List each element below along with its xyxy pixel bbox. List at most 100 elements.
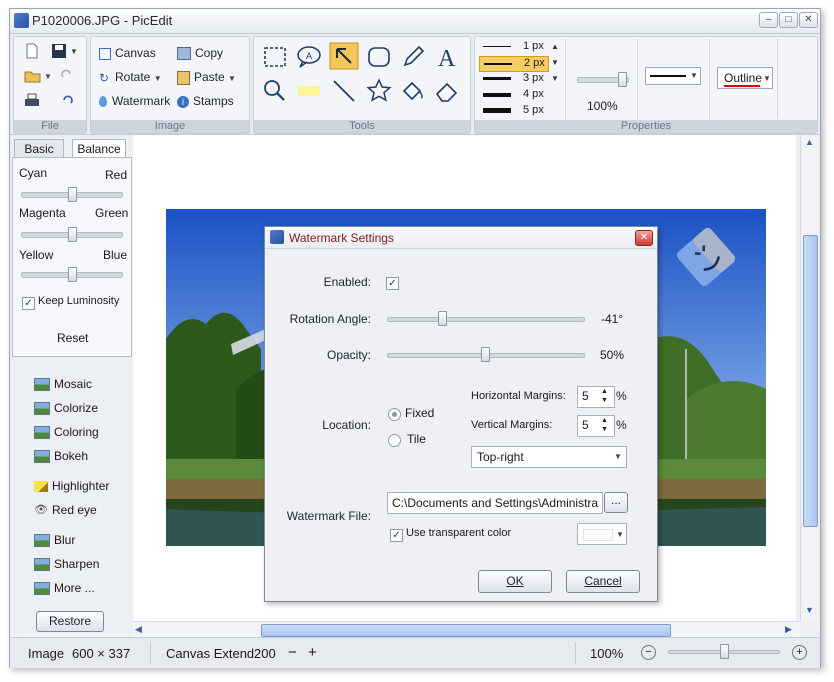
copy-button[interactable]: Copy <box>177 46 223 61</box>
scroll-right-icon[interactable]: ▶ <box>785 624 797 636</box>
rotation-slider-thumb[interactable] <box>438 311 447 326</box>
effect-blur[interactable]: Blur <box>34 531 75 549</box>
zoom-slider-thumb[interactable] <box>720 644 729 659</box>
canvas-extend-decrease-button[interactable]: − <box>288 644 297 661</box>
dialog-close-icon[interactable]: ✕ <box>635 230 653 246</box>
paste-dropdown-icon[interactable]: ▼ <box>228 74 236 83</box>
keep-luminosity-checkbox[interactable]: ✓ <box>22 297 35 310</box>
effect-mosaic[interactable]: Mosaic <box>34 375 92 393</box>
pointer-tool-icon[interactable] <box>329 42 359 70</box>
watermark-button[interactable]: Watermark <box>99 94 170 108</box>
vertical-margins-spinner[interactable]: 5 ▲ ▼ <box>577 415 615 437</box>
speech-bubble-icon[interactable]: A <box>294 43 324 71</box>
outline-dropdown-icon[interactable]: ▼ <box>763 74 771 83</box>
minimize-button[interactable]: – <box>759 12 778 28</box>
horizontal-scrollbar[interactable]: ◀ ▶ <box>133 621 800 638</box>
position-dropdown-icon[interactable]: ▼ <box>614 447 622 467</box>
zoom-icon[interactable] <box>260 77 290 105</box>
size-scroll-icons[interactable]: ▲ ▼ ▼ <box>551 39 559 87</box>
effect-bokeh[interactable]: Bokeh <box>34 447 88 465</box>
open-folder-icon[interactable] <box>24 68 42 84</box>
rotate-button[interactable]: ↻ Rotate ▼ <box>99 70 162 84</box>
size-option[interactable]: 3 px <box>479 72 547 86</box>
text-tool-icon[interactable]: A <box>432 43 462 71</box>
size-option[interactable]: 4 px <box>479 88 547 102</box>
tab-balance[interactable]: Balance <box>72 139 126 158</box>
use-transparent-color-checkbox[interactable]: ✓ <box>390 529 403 542</box>
effect-colorize[interactable]: Colorize <box>34 399 98 417</box>
scroll-up-icon[interactable]: ▲ <box>803 137 816 149</box>
effect-highlighter[interactable]: Highlighter <box>34 477 109 495</box>
properties-group: 1 px 2 px 3 px 4 px 5 px ▲ ▼ ▼ 100% ▼ Outl… <box>474 36 818 134</box>
tile-radio[interactable] <box>388 434 401 447</box>
horizontal-scroll-thumb[interactable] <box>261 624 671 637</box>
canvas-button[interactable]: Canvas <box>99 46 156 60</box>
pencil-icon[interactable] <box>398 43 428 71</box>
line-style-select[interactable]: ▼ <box>645 67 701 85</box>
fill-bucket-icon[interactable] <box>398 77 428 105</box>
yellow-blue-slider-thumb[interactable] <box>68 267 77 282</box>
tab-basic[interactable]: Basic <box>14 139 64 158</box>
color-dropdown-icon[interactable]: ▼ <box>616 530 624 539</box>
close-button[interactable]: ✕ <box>799 12 818 28</box>
save-icon[interactable] <box>51 43 67 59</box>
maximize-button[interactable]: □ <box>779 12 798 28</box>
spinner-arrows-icon[interactable]: ▲ ▼ <box>601 387 608 405</box>
size-option[interactable]: 1 px <box>479 40 547 54</box>
reset-button[interactable]: Reset <box>57 331 88 345</box>
shape-tool-icon[interactable] <box>364 43 394 71</box>
save-dropdown-icon[interactable]: ▼ <box>70 47 78 56</box>
scroll-down-icon[interactable]: ▼ <box>803 605 816 617</box>
size-option[interactable]: 5 px <box>479 104 547 118</box>
ok-button[interactable]: OK <box>478 570 552 593</box>
vertical-scroll-thumb[interactable] <box>803 235 818 527</box>
cancel-button[interactable]: Cancel <box>566 570 640 593</box>
highlighter-color-icon[interactable] <box>294 77 324 105</box>
canvas-extend-increase-button[interactable]: + <box>308 644 317 661</box>
effect-more[interactable]: More ... <box>34 579 95 597</box>
position-select[interactable]: Top-right ▼ <box>471 446 627 468</box>
zoom-in-icon[interactable]: + <box>792 645 807 660</box>
effect-sharpen[interactable]: Sharpen <box>34 555 99 573</box>
line-size-list[interactable]: 1 px 2 px 3 px 4 px 5 px <box>479 39 551 119</box>
effect-red-eye[interactable]: 👁 Red eye <box>34 501 97 519</box>
zoom-slider-thumb[interactable] <box>618 72 627 87</box>
undo-icon[interactable] <box>60 94 74 108</box>
outline-select[interactable]: Outline ▼ <box>717 67 773 89</box>
watermark-file-input[interactable]: C:\Documents and Settings\Administra <box>387 492 603 514</box>
magenta-green-slider-thumb[interactable] <box>68 227 77 242</box>
line-style-dropdown-icon[interactable]: ▼ <box>690 71 698 80</box>
rotation-slider-track[interactable] <box>387 317 585 322</box>
restore-button[interactable]: Restore <box>36 611 104 632</box>
zoom-out-icon[interactable]: − <box>641 645 656 660</box>
horizontal-margins-spinner[interactable]: 5 ▲ ▼ <box>577 386 615 408</box>
new-file-icon[interactable] <box>24 43 40 59</box>
enabled-checkbox[interactable]: ✓ <box>386 277 399 290</box>
rect-select-icon[interactable] <box>260 43 290 71</box>
fixed-radio[interactable] <box>388 408 401 421</box>
vertical-scrollbar[interactable]: ▲ ▼ <box>800 135 819 621</box>
browse-button[interactable]: ... <box>604 492 628 513</box>
paste-button[interactable]: Paste ▼ <box>177 70 236 85</box>
redo-icon[interactable] <box>60 68 74 82</box>
scroll-left-icon[interactable]: ◀ <box>135 624 147 636</box>
opacity-slider-thumb[interactable] <box>481 347 490 362</box>
open-dropdown-icon[interactable]: ▼ <box>44 72 52 81</box>
color-swatch <box>583 529 613 541</box>
line-tool-icon[interactable] <box>329 77 359 105</box>
magenta-label: Magenta <box>19 206 66 220</box>
outline-color-indicator <box>724 85 760 87</box>
use-transparent-color-label: Use transparent color <box>406 527 512 539</box>
eraser-icon[interactable] <box>432 77 462 105</box>
star-icon[interactable] <box>364 77 394 105</box>
rotate-dropdown-icon[interactable]: ▼ <box>154 74 162 83</box>
print-icon[interactable] <box>24 93 40 109</box>
size-option-selected[interactable]: 2 px <box>479 56 549 72</box>
stamps-button[interactable]: i Stamps <box>177 94 234 108</box>
svg-text:A: A <box>438 46 456 71</box>
transparent-color-picker[interactable]: ▼ <box>577 523 627 545</box>
canvas-extend-value: 200 <box>254 646 276 661</box>
effect-coloring[interactable]: Coloring <box>34 423 99 441</box>
cyan-red-slider-thumb[interactable] <box>68 187 77 202</box>
spinner-arrows-icon[interactable]: ▲ ▼ <box>601 416 608 434</box>
